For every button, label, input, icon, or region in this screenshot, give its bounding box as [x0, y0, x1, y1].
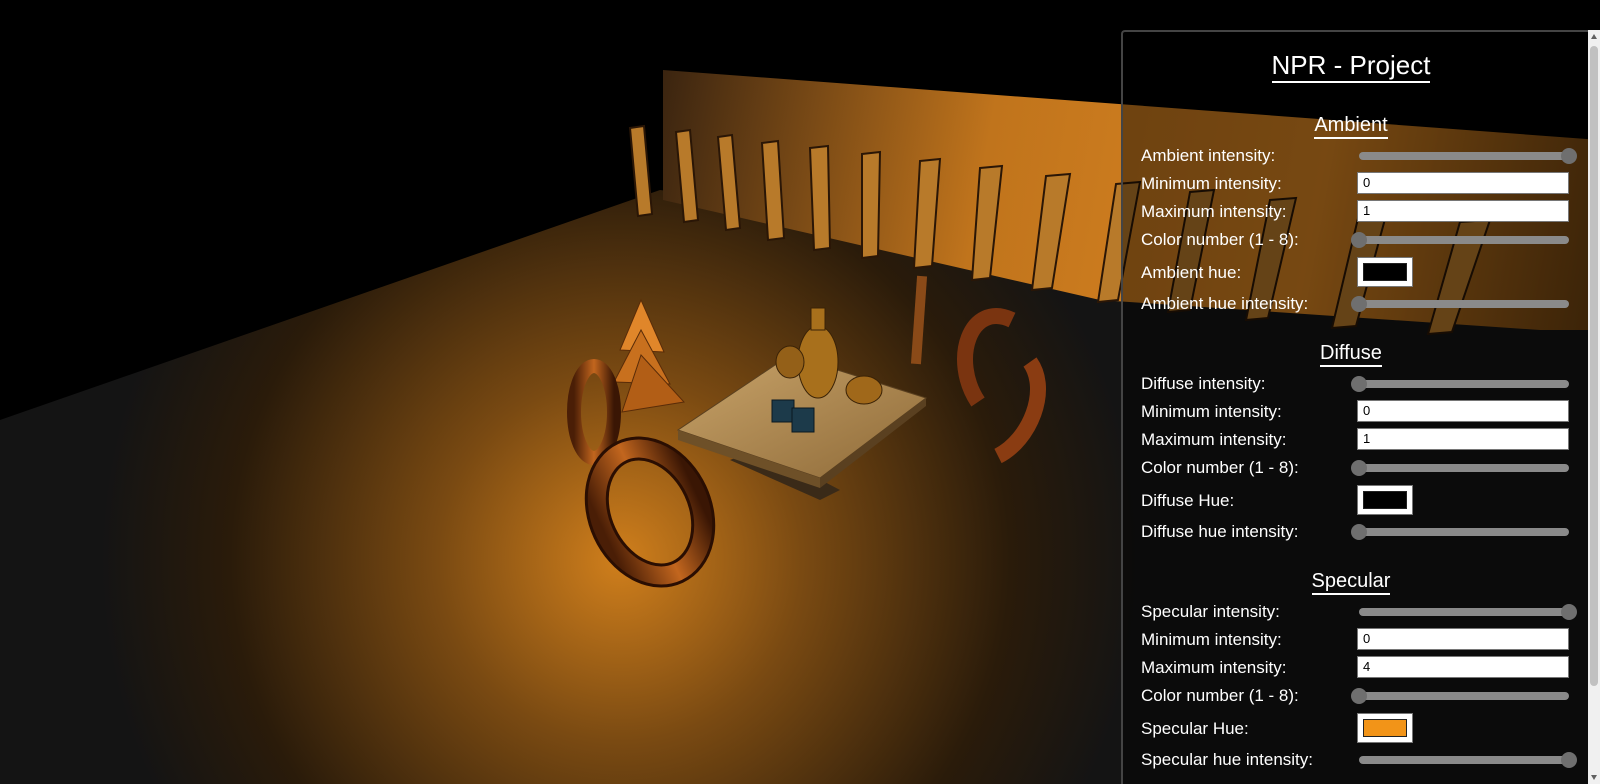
ambient-hue-intensity-slider[interactable]	[1351, 296, 1569, 312]
specular-section-title-text: Specular	[1311, 570, 1391, 595]
ambient-section-title-text: Ambient	[1314, 114, 1388, 139]
specular-color-number-slider-handle[interactable]	[1351, 688, 1367, 704]
ambient-hue-swatch	[1363, 263, 1407, 281]
ambient-hue-intensity-label: Ambient hue intensity:	[1141, 294, 1309, 313]
diffuse-hue-intensity-slider[interactable]	[1351, 524, 1569, 540]
diffuse-min-intensity-input[interactable]: 0	[1357, 400, 1569, 422]
scroll-down-arrow-icon[interactable]	[1591, 775, 1597, 780]
diffuse-intensity-label: Diffuse intensity:	[1141, 374, 1266, 393]
diffuse-color-number-slider-handle[interactable]	[1351, 460, 1367, 476]
scroll-up-arrow-icon[interactable]	[1591, 34, 1597, 39]
ambient-intensity-label: Ambient intensity:	[1141, 146, 1276, 165]
diffuse-color-number-slider[interactable]	[1351, 460, 1569, 476]
ambient-max-intensity-label: Maximum intensity:	[1141, 202, 1287, 221]
diffuse-hue-label: Diffuse Hue:	[1141, 491, 1235, 510]
ambient-min-intensity-input[interactable]: 0	[1357, 172, 1569, 194]
ambient-section-title: Ambient	[1123, 114, 1579, 139]
diffuse-hue-intensity-label: Diffuse hue intensity:	[1141, 522, 1299, 541]
specular-min-intensity-input[interactable]: 0	[1357, 628, 1569, 650]
specular-hue-label: Specular Hue:	[1141, 719, 1249, 738]
specular-hue-intensity-slider[interactable]	[1359, 752, 1577, 768]
ambient-color-number-label: Color number (1 - 8):	[1141, 230, 1299, 249]
ambient-color-number-slider[interactable]	[1351, 232, 1569, 248]
diffuse-intensity-slider[interactable]	[1351, 376, 1569, 392]
diffuse-hue-swatch	[1363, 491, 1407, 509]
ambient-color-number-slider-handle[interactable]	[1351, 232, 1367, 248]
ambient-hue-label: Ambient hue:	[1141, 263, 1242, 282]
specular-color-number-label: Color number (1 - 8):	[1141, 686, 1299, 705]
diffuse-hue-intensity-slider-handle[interactable]	[1351, 524, 1367, 540]
specular-hue-swatch	[1363, 719, 1407, 737]
diffuse-intensity-slider-handle[interactable]	[1351, 376, 1367, 392]
ambient-hue-color-picker[interactable]	[1357, 257, 1413, 287]
ambient-intensity-slider-handle[interactable]	[1561, 148, 1577, 164]
diffuse-section-title: Diffuse	[1123, 342, 1579, 367]
specular-hue-intensity-slider-handle[interactable]	[1561, 752, 1577, 768]
diffuse-min-intensity-label: Minimum intensity:	[1141, 402, 1282, 421]
specular-color-number-slider[interactable]	[1351, 688, 1569, 704]
specular-intensity-label: Specular intensity:	[1141, 602, 1280, 621]
specular-max-intensity-input[interactable]: 4	[1357, 656, 1569, 678]
specular-hue-intensity-label: Specular hue intensity:	[1141, 750, 1313, 769]
specular-intensity-slider[interactable]	[1359, 604, 1577, 620]
specular-min-intensity-label: Minimum intensity:	[1141, 630, 1282, 649]
specular-max-intensity-label: Maximum intensity:	[1141, 658, 1287, 677]
control-panel: NPR - Project Ambient Ambient intensity: M…	[1121, 30, 1591, 784]
ambient-max-intensity-input[interactable]: 1	[1357, 200, 1569, 222]
specular-intensity-slider-handle[interactable]	[1561, 604, 1577, 620]
panel-scrollbar[interactable]	[1588, 30, 1600, 784]
diffuse-color-number-label: Color number (1 - 8):	[1141, 458, 1299, 477]
panel-title: NPR - Project	[1123, 50, 1579, 83]
scrollbar-thumb[interactable]	[1590, 46, 1598, 686]
diffuse-hue-color-picker[interactable]	[1357, 485, 1413, 515]
ambient-hue-intensity-slider-handle[interactable]	[1351, 296, 1367, 312]
diffuse-max-intensity-input[interactable]: 1	[1357, 428, 1569, 450]
diffuse-max-intensity-label: Maximum intensity:	[1141, 430, 1287, 449]
ambient-min-intensity-label: Minimum intensity:	[1141, 174, 1282, 193]
specular-section-title: Specular	[1123, 570, 1579, 595]
specular-hue-color-picker[interactable]	[1357, 713, 1413, 743]
diffuse-section-title-text: Diffuse	[1320, 342, 1382, 367]
ambient-intensity-slider[interactable]	[1359, 148, 1577, 164]
